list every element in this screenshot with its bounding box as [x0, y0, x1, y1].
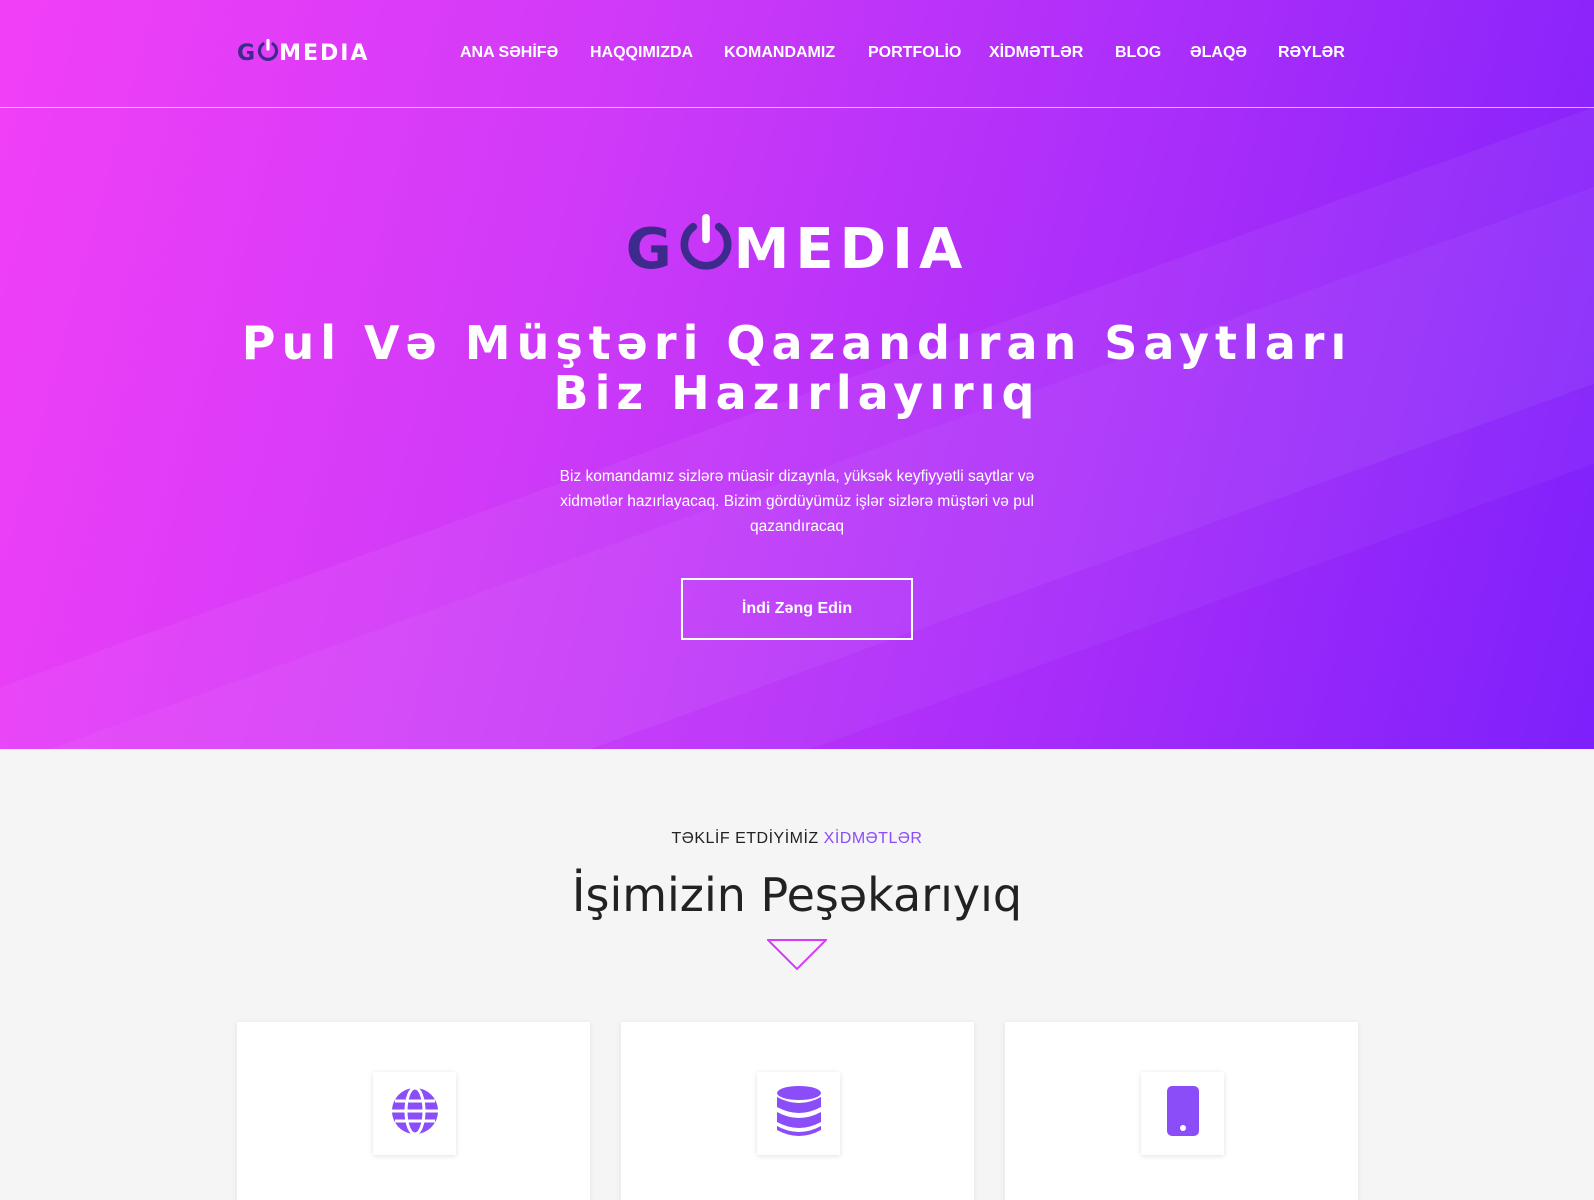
service-icon-box	[757, 1072, 840, 1155]
hero-section: G MEDIA ANA SƏHİFƏ HAQQIMIZDA KOMANDAMIZ…	[0, 0, 1594, 749]
hero-description: Biz komandamız sizlərə müasir dizaynla, …	[559, 468, 1035, 535]
nav-item-reyler[interactable]: RƏYLƏR	[1278, 44, 1345, 62]
hero-title-line-2: Biz Hazırlayırıq	[553, 366, 1041, 420]
service-icon-box	[1141, 1072, 1224, 1155]
nav-item-xidmetler[interactable]: XİDMƏTLƏR	[989, 44, 1083, 62]
service-card-mobile[interactable]	[1005, 1022, 1358, 1200]
service-card-database[interactable]	[621, 1022, 974, 1200]
main-nav: ANA SƏHİFƏ HAQQIMIZDA KOMANDAMIZ PORTFOL…	[0, 44, 1594, 66]
hero-title: Pul Və Müştəri Qazandıran Saytları Biz H…	[0, 318, 1594, 418]
database-icon	[776, 1085, 822, 1142]
power-icon	[678, 214, 734, 284]
nav-item-ana-sehife[interactable]: ANA SƏHİFƏ	[460, 44, 558, 62]
hero-title-line-1: Pul Və Müştəri Qazandıran Saytları	[241, 316, 1353, 370]
logo-word-media: MEDIA	[733, 216, 969, 282]
service-card-web[interactable]	[237, 1022, 590, 1200]
triangle-divider-icon	[765, 939, 829, 976]
nav-item-komandamiz[interactable]: KOMANDAMIZ	[724, 44, 835, 62]
call-now-button[interactable]: İndi Zəng Edin	[681, 578, 913, 640]
globe-icon	[390, 1086, 440, 1141]
nav-item-blog[interactable]: BLOG	[1115, 44, 1161, 62]
service-icon-box	[373, 1072, 456, 1155]
services-subheading: TƏKLİF ETDİYİMİZ XİDMƏTLƏR	[0, 830, 1594, 848]
nav-item-portfolio[interactable]: PORTFOLİO	[868, 44, 961, 62]
nav-item-elaqe[interactable]: ƏLAQƏ	[1190, 44, 1247, 62]
hero-logo: G MEDIA	[0, 214, 1594, 284]
services-subheading-accent: XİDMƏTLƏR	[823, 830, 923, 847]
top-navbar: G MEDIA ANA SƏHİFƏ HAQQIMIZDA KOMANDAMIZ…	[0, 0, 1594, 108]
services-title: İşimizin Peşəkarıyıq	[571, 868, 1023, 922]
mobile-icon	[1166, 1085, 1200, 1142]
services-subheading-prefix: TƏKLİF ETDİYİMİZ	[671, 830, 819, 847]
logo-letter-g: G	[625, 216, 678, 282]
nav-item-haqqimizda[interactable]: HAQQIMIZDA	[590, 44, 693, 62]
